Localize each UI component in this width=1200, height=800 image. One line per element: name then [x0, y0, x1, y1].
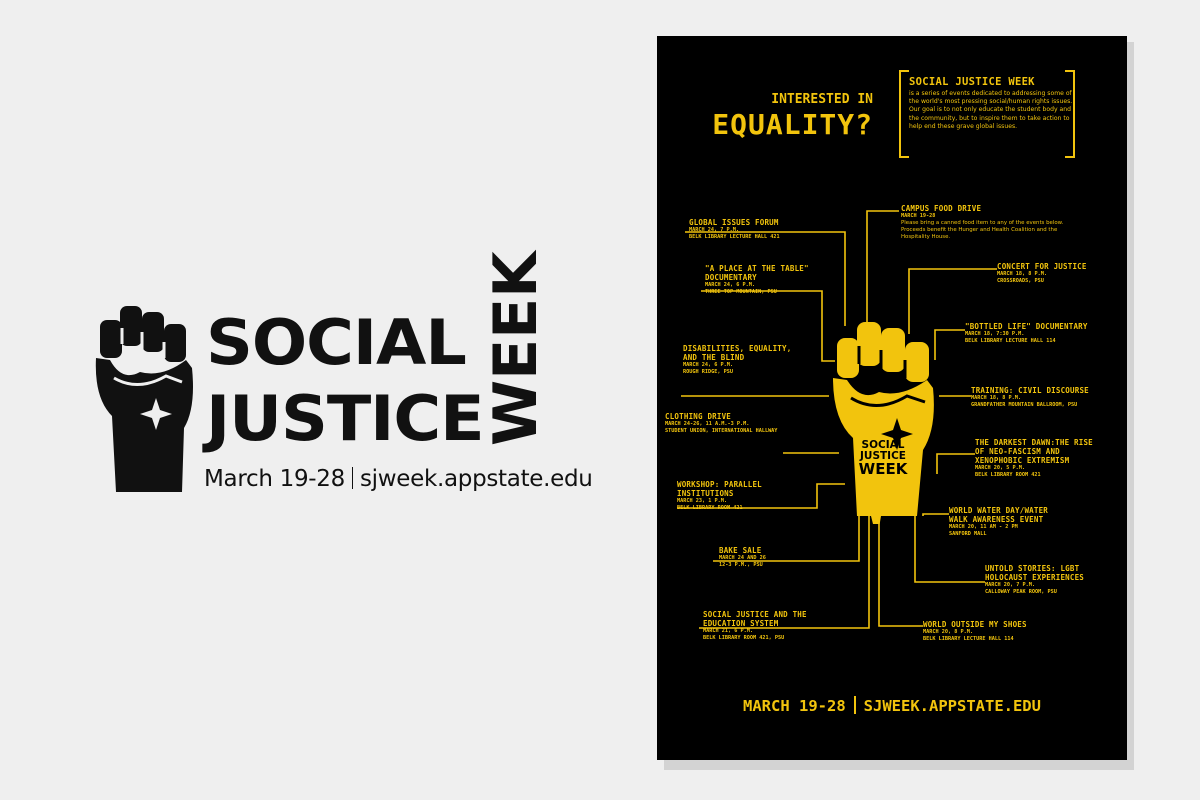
event-title: DISABILITIES, EQUALITY, [683, 344, 792, 353]
event-right-3: "BOTTLED LIFE" DOCUMENTARY MARCH 18, 7:30… [965, 322, 1088, 345]
connector-line [936, 453, 975, 474]
event-title: CONCERT FOR JUSTICE [997, 262, 1087, 271]
event-description: Please bring a canned food item to any o… [901, 220, 1064, 226]
logo-justice-word: JUSTICE [206, 382, 485, 455]
event-title: WORLD OUTSIDE MY SHOES [923, 620, 1027, 629]
event-detail: BELK LIBRARY ROOM 421 [975, 472, 1041, 478]
event-title: OF NEO-FASCISM AND [975, 447, 1060, 456]
tagline-divider [351, 467, 353, 489]
logo-social-word: SOCIAL [206, 306, 467, 379]
event-poster: INTERESTED IN EQUALITY? SOCIAL JUSTICE W… [657, 36, 1127, 760]
connector-line [866, 210, 899, 324]
event-title: WORLD WATER DAY/WATER [949, 506, 1049, 515]
event-detail: MARCH 20, 11 AM - 2 PM [949, 524, 1018, 530]
fist-label: SOCIAL JUSTICE WEEK [837, 440, 929, 477]
event-detail: MARCH 20, 7 P.M. [985, 582, 1035, 588]
event-title: CLOTHING DRIVE [665, 412, 732, 421]
event-detail: 12-3 P.M., PSU [719, 562, 763, 568]
event-detail: MARCH 24, 7 P.M. [689, 227, 739, 233]
event-detail: BELK LIBRARY ROOM 421, PSU [703, 635, 785, 641]
event-left-2: "A PLACE AT THE TABLE" DOCUMENTARY MARCH 2… [705, 264, 809, 296]
event-title: "BOTTLED LIFE" DOCUMENTARY [965, 322, 1088, 331]
event-left-6: BAKE SALE MARCH 24 AND 26 12-3 P.M., PSU [719, 546, 766, 569]
fist-label-week: WEEK [858, 460, 908, 478]
event-title: WALK AWARENESS EVENT [949, 515, 1044, 524]
event-detail: MARCH 24-26, 11 A.M.-3 P.M. [665, 421, 750, 427]
event-left-1: GLOBAL ISSUES FORUM MARCH 24, 7 P.M. BELK … [689, 218, 780, 241]
event-left-4: CLOTHING DRIVE MARCH 24-26, 11 A.M.-3 P.M… [665, 412, 777, 435]
event-detail: MARCH 18, 7:30 P.M. [965, 331, 1025, 337]
event-title: EDUCATION SYSTEM [703, 619, 779, 628]
event-detail: MARCH 24, 6 P.M. [705, 282, 755, 288]
event-right-7: UNTOLD STORIES: LGBT HOLOCAUST EXPERIENCE… [985, 564, 1084, 596]
event-left-3: DISABILITIES, EQUALITY, AND THE BLIND MARC… [683, 344, 791, 376]
event-right-4: TRAINING: CIVIL DISCOURSE MARCH 18, 8 P.M… [971, 386, 1089, 409]
event-detail: MARCH 21, 6 P.M. [703, 628, 753, 634]
logo-url: sjweek.appstate.edu [359, 466, 593, 492]
logo-dates: March 19-28 [204, 466, 345, 492]
event-detail: CROSSROADS, PSU [997, 278, 1044, 284]
event-right-8: WORLD OUTSIDE MY SHOES MARCH 20, 8 P.M. BE… [923, 620, 1027, 643]
event-detail: BELK LIBRARY LECTURE HALL 114 [965, 338, 1056, 344]
raised-fist-icon [95, 306, 193, 492]
event-title: TRAINING: CIVIL DISCOURSE [971, 386, 1089, 395]
logo-week-word: WEEK [481, 251, 551, 446]
footer-dates: MARCH 19-28 [743, 697, 846, 715]
event-left-7: SOCIAL JUSTICE AND THE EDUCATION SYSTEM MA… [703, 610, 807, 642]
event-detail: MARCH 18, 8 P.M. [971, 395, 1021, 401]
event-title: THE DARKEST DAWN:THE RISE [975, 438, 1093, 447]
event-title: UNTOLD STORIES: LGBT [985, 564, 1080, 573]
footer-divider [853, 696, 856, 714]
event-title: HOLOCAUST EXPERIENCES [985, 573, 1085, 582]
event-detail: GRANDFATHER MOUNTAIN BALLROOM, PSU [971, 402, 1078, 408]
event-right-2: CONCERT FOR JUSTICE MARCH 18, 8 P.M. CROSS… [997, 262, 1087, 285]
event-title: GLOBAL ISSUES FORUM [689, 218, 779, 227]
event-title: INSTITUTIONS [677, 489, 734, 498]
event-description: Hospitality House. [901, 234, 951, 240]
event-left-5: WORKSHOP: PARALLEL INSTITUTIONS MARCH 23, … [677, 480, 762, 512]
event-right-6: WORLD WATER DAY/WATER WALK AWARENESS EVEN… [949, 506, 1048, 538]
event-detail: BELK LIBRARY LECTURE HALL 421 [689, 234, 780, 240]
event-detail: BELK LIBRARY LECTURE HALL 114 [923, 636, 1014, 642]
event-right-1: CAMPUS FOOD DRIVE MARCH 19-28 Please bring… [901, 204, 1063, 241]
event-detail: THREE TOP MOUNTAIN, PSU [705, 289, 777, 295]
event-title: AND THE BLIND [683, 353, 745, 362]
event-title: XENOPHOBIC EXTREMISM [975, 456, 1070, 465]
event-detail: MARCH 24 AND 26 [719, 555, 766, 561]
poster-fist-icon [833, 322, 934, 524]
event-title: "A PLACE AT THE TABLE" [705, 264, 809, 273]
event-detail: MARCH 18, 8 P.M. [997, 271, 1047, 277]
event-detail: STUDENT UNION, INTERNATIONAL HALLWAY [665, 428, 778, 434]
event-detail: MARCH 24, 6 P.M. [683, 362, 733, 368]
connector-line [878, 516, 923, 627]
footer-url: SJWEEK.APPSTATE.EDU [863, 697, 1041, 715]
event-detail: MARCH 20, 8 P.M. [923, 629, 973, 635]
event-detail: MARCH 19-28 [901, 213, 936, 219]
event-title: BAKE SALE [719, 546, 762, 555]
event-detail: SANFORD MALL [949, 531, 987, 537]
event-title: WORKSHOP: PARALLEL [677, 480, 762, 489]
poster-footer: MARCH 19-28 SJWEEK.APPSTATE.EDU [657, 696, 1127, 715]
event-detail: MARCH 23, 1 P.M. [677, 498, 727, 504]
event-detail: ROUGH RIDGE, PSU [683, 369, 733, 375]
logo-tagline: March 19-28 sjweek.appstate.edu [204, 466, 593, 492]
event-description: Proceeds benefit the Hunger and Health C… [901, 227, 1058, 233]
event-detail: CALLOWAY PEAK ROOM, PSU [985, 589, 1057, 595]
event-title: CAMPUS FOOD DRIVE [901, 204, 982, 213]
event-detail: MARCH 20, 5 P.M. [975, 465, 1025, 471]
event-detail: BELK LIBRARY ROOM 421 [677, 505, 743, 511]
connector-line [934, 329, 965, 360]
event-right-5: THE DARKEST DAWN:THE RISE OF NEO-FASCISM … [975, 438, 1093, 479]
event-title: SOCIAL JUSTICE AND THE [703, 610, 807, 619]
event-title: DOCUMENTARY [705, 273, 757, 282]
